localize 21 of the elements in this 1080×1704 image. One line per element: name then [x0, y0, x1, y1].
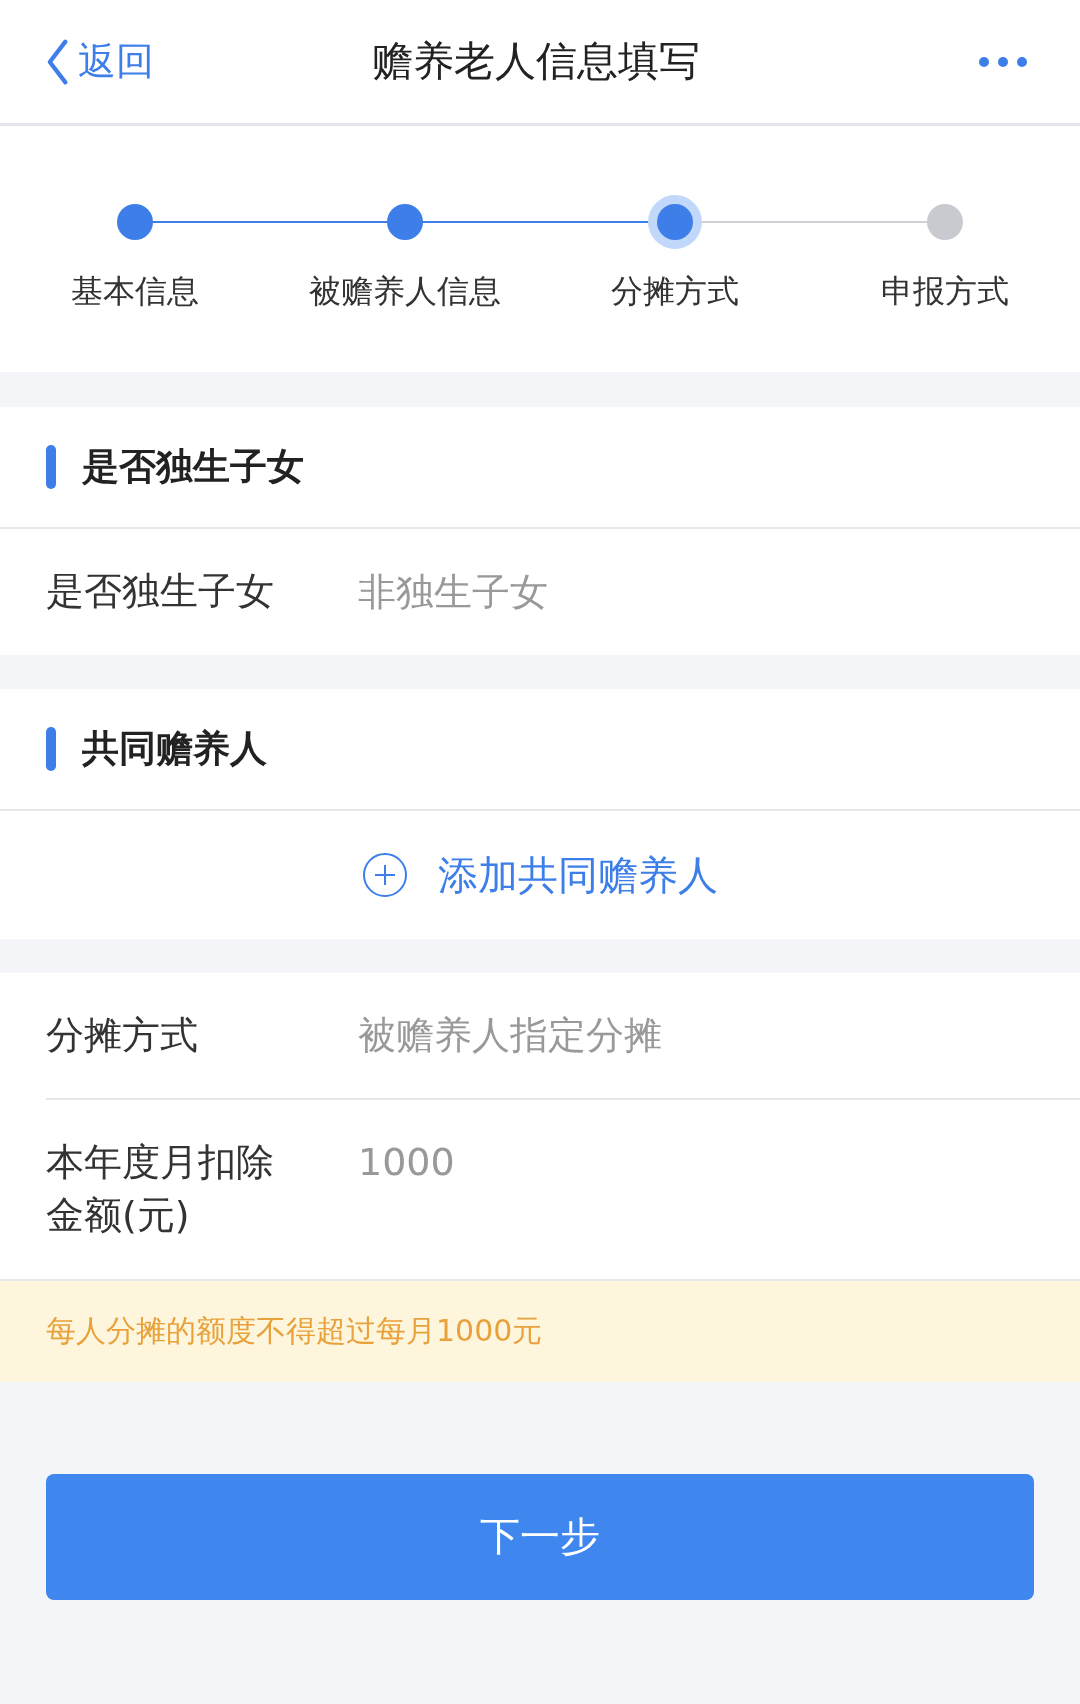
next-step-button[interactable]: 下一步 [46, 1473, 1034, 1600]
section-marker [46, 445, 56, 489]
step-label: 被赡养人信息 [309, 271, 501, 312]
back-button[interactable]: 返回 [44, 36, 154, 87]
field-value[interactable]: 被赡养人指定分摊 [358, 1009, 662, 1063]
page-title: 赡养老人信息填写 [372, 36, 700, 87]
field-label: 本年度月扣除金额(元) [46, 1139, 275, 1240]
step-label: 分摊方式 [611, 271, 739, 312]
more-icon[interactable] [978, 55, 1028, 68]
field-value[interactable]: 非独生子女 [358, 566, 548, 618]
notice-text: 每人分摊的额度不得超过每月1000元 [0, 1278, 1080, 1382]
step-label: 申报方式 [881, 271, 1009, 312]
section-marker [46, 727, 56, 771]
field-value[interactable]: 1000 [358, 1136, 455, 1190]
field-label: 是否独生子女 [46, 568, 275, 616]
step-label: 基本信息 [71, 271, 199, 312]
field-label: 分摊方式 [46, 1012, 199, 1059]
plus-circle-icon [362, 852, 408, 898]
section-title: 是否独生子女 [82, 444, 304, 490]
add-co-supporter-button[interactable]: 添加共同赡养人 [356, 846, 724, 904]
section-title: 共同赡养人 [82, 726, 267, 772]
